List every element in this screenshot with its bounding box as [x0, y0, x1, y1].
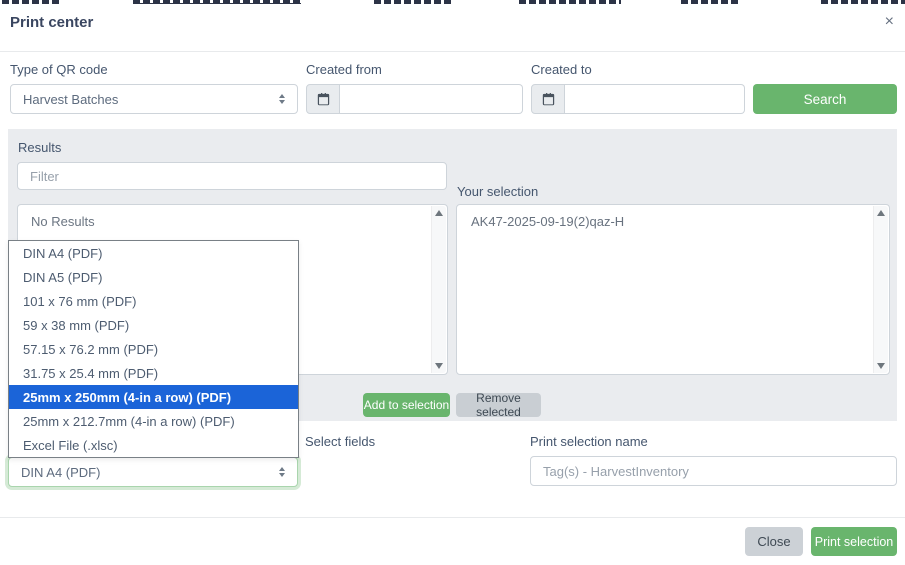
results-label: Results: [18, 140, 61, 155]
print-format-value: DIN A4 (PDF): [21, 465, 100, 480]
nav-item-fragment-active[interactable]: [133, 0, 301, 4]
your-selection-label: Your selection: [457, 184, 538, 199]
nav-item-fragment[interactable]: [681, 0, 741, 4]
print-selection-button[interactable]: Print selection: [811, 527, 897, 556]
no-results-text: No Results: [18, 205, 447, 229]
nav-item-fragment[interactable]: [2, 0, 60, 4]
selection-listbox[interactable]: AK47-2025-09-19(2)qaz-H: [456, 204, 890, 375]
scroll-up-icon[interactable]: [435, 210, 443, 216]
dropdown-option[interactable]: 59 x 38 mm (PDF): [9, 313, 298, 337]
dropdown-option[interactable]: 31.75 x 25.4 mm (PDF): [9, 361, 298, 385]
print-center-modal: Print center × Type of QR code Created f…: [0, 0, 905, 565]
selection-scrollbar[interactable]: [873, 206, 888, 373]
calendar-icon: [317, 93, 330, 106]
qr-type-value: Harvest Batches: [23, 92, 118, 107]
print-selection-name-input[interactable]: [530, 456, 897, 486]
dropdown-option[interactable]: 101 x 76 mm (PDF): [9, 289, 298, 313]
remove-selected-button[interactable]: Remove selected: [456, 393, 541, 417]
select-updown-icon: [279, 94, 285, 104]
nav-item-fragment[interactable]: [374, 0, 452, 4]
scroll-down-icon[interactable]: [435, 363, 443, 369]
dropdown-option[interactable]: DIN A5 (PDF): [9, 265, 298, 289]
qr-type-select[interactable]: Harvest Batches: [10, 84, 298, 114]
print-selection-name-label: Print selection name: [530, 434, 648, 449]
results-scrollbar[interactable]: [431, 206, 446, 373]
search-button[interactable]: Search: [753, 84, 897, 114]
close-icon[interactable]: ×: [885, 14, 894, 30]
selection-items: AK47-2025-09-19(2)qaz-H: [457, 205, 889, 229]
created-to-input[interactable]: [565, 84, 745, 114]
selection-item[interactable]: AK47-2025-09-19(2)qaz-H: [457, 205, 889, 229]
filter-input[interactable]: [17, 162, 447, 190]
created-from-input[interactable]: [340, 84, 523, 114]
created-to-calendar-button[interactable]: [531, 84, 565, 114]
close-button[interactable]: Close: [745, 527, 803, 556]
dropdown-option[interactable]: 25mm x 250mm (4-in a row) (PDF): [9, 385, 298, 409]
select-fields-label: Select fields: [305, 434, 375, 449]
calendar-icon: [542, 93, 555, 106]
select-updown-icon: [279, 467, 285, 477]
dropdown-option[interactable]: DIN A4 (PDF): [9, 241, 298, 265]
add-to-selection-button[interactable]: Add to selection: [363, 393, 450, 417]
dropdown-option[interactable]: 57.15 x 76.2 mm (PDF): [9, 337, 298, 361]
nav-item-fragment[interactable]: [821, 0, 905, 4]
print-format-select[interactable]: DIN A4 (PDF): [8, 457, 298, 487]
header-divider: [0, 51, 905, 52]
created-from-calendar-button[interactable]: [306, 84, 340, 114]
nav-item-fragment[interactable]: [519, 0, 621, 4]
created-to-label: Created to: [531, 62, 592, 77]
qr-type-label: Type of QR code: [10, 62, 108, 77]
created-from-label: Created from: [306, 62, 382, 77]
scroll-up-icon[interactable]: [877, 210, 885, 216]
scroll-down-icon[interactable]: [877, 363, 885, 369]
footer-divider: [0, 517, 905, 518]
dropdown-option[interactable]: Excel File (.xlsc): [9, 433, 298, 457]
dropdown-option[interactable]: 25mm x 212.7mm (4-in a row) (PDF): [9, 409, 298, 433]
format-dropdown: DIN A4 (PDF)DIN A5 (PDF)101 x 76 mm (PDF…: [8, 240, 299, 458]
page-title: Print center: [10, 14, 93, 31]
